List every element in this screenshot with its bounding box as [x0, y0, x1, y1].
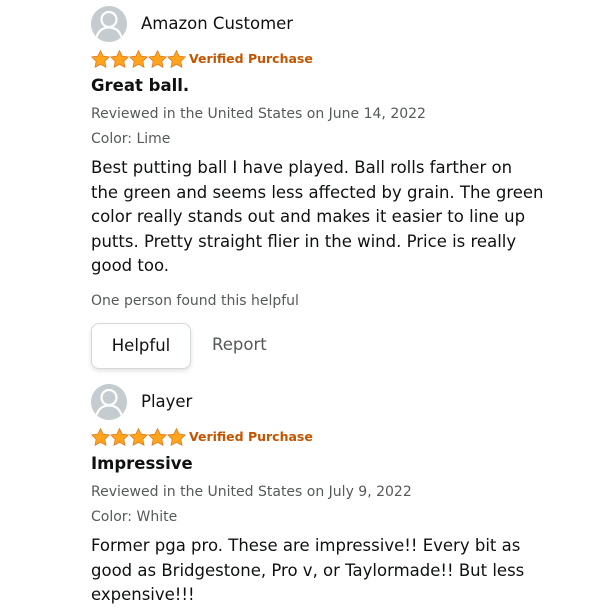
review-body: Former pga pro. These are impressive!! E… — [91, 534, 581, 608]
review-body-line: good too. — [91, 256, 169, 275]
review-title: Great ball. — [91, 76, 190, 95]
star-rating[interactable] — [91, 428, 186, 446]
review-body-line: color really stands out and makes it eas… — [91, 207, 526, 226]
star-icon — [110, 50, 129, 68]
star-icon — [167, 428, 186, 446]
star-rating[interactable] — [91, 50, 186, 68]
rating-row: Verified Purchase — [91, 48, 581, 74]
report-link[interactable]: Report — [212, 335, 267, 354]
helpful-count: One person found this helpful — [91, 292, 299, 309]
review-variant: Color: Lime — [91, 131, 171, 147]
review-body-line: expensive!!! — [91, 585, 195, 604]
review-date: Reviewed in the United States on June 14… — [91, 106, 426, 122]
user-avatar-icon — [91, 384, 127, 420]
star-icon — [148, 428, 167, 446]
review-card: Player Verified Purchase Impressive Revi… — [91, 384, 581, 608]
review-body-line: Former pga pro. These are impressive!! E… — [91, 536, 521, 555]
rating-row: Verified Purchase — [91, 426, 581, 452]
review-body-line: good as Bridgestone, Pro v, or Taylormad… — [91, 560, 525, 580]
star-icon — [129, 50, 148, 68]
reviewer-name[interactable]: Amazon Customer — [141, 14, 293, 33]
star-icon — [91, 428, 110, 446]
star-icon — [91, 50, 110, 68]
helpful-button[interactable]: Helpful — [91, 322, 191, 369]
star-icon — [167, 50, 186, 68]
star-icon — [148, 50, 167, 68]
review-date: Reviewed in the United States on July 9,… — [91, 484, 412, 500]
review-title: Impressive — [91, 454, 193, 473]
review-actions: Helpful Report — [91, 322, 581, 371]
reviewer-name[interactable]: Player — [141, 392, 192, 411]
review-body-line: Best putting ball I have played. Ball ro… — [91, 158, 513, 177]
review-body-line: putts. Pretty straight flier in the wind… — [91, 231, 517, 251]
reviewer-profile[interactable]: Amazon Customer — [91, 6, 581, 44]
star-icon — [110, 428, 129, 446]
review-card: Amazon Customer Verified Purchase Great … — [91, 6, 581, 371]
review-variant: Color: White — [91, 509, 178, 525]
user-avatar-icon — [91, 6, 127, 42]
verified-purchase-badge[interactable]: Verified Purchase — [189, 429, 313, 444]
reviewer-profile[interactable]: Player — [91, 384, 581, 422]
verified-purchase-badge[interactable]: Verified Purchase — [189, 51, 313, 66]
star-icon — [129, 428, 148, 446]
review-body: Best putting ball I have played. Ball ro… — [91, 156, 581, 279]
review-body-line: the green and seems less affected by gra… — [91, 182, 544, 202]
